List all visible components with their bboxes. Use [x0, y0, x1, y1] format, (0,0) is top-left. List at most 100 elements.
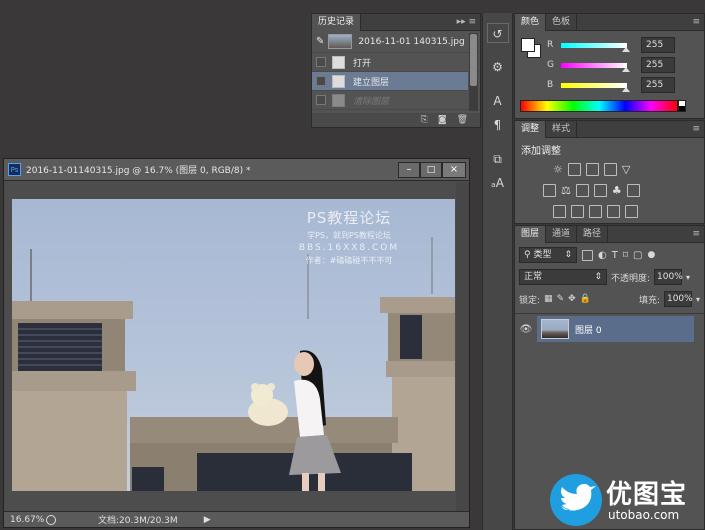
slider-handle[interactable]	[622, 66, 630, 72]
tab-adjustments[interactable]: 调整	[515, 120, 547, 138]
black-white-icon[interactable]	[575, 184, 589, 197]
layers-tabbar: 图层 通道 路径 ≡	[515, 225, 704, 243]
history-checkbox[interactable]	[316, 95, 326, 105]
character-icon[interactable]: A	[487, 91, 509, 111]
history-item-label: 建立图层	[353, 77, 390, 88]
status-circle-icon[interactable]	[46, 514, 56, 525]
history-item-label: 清除图层	[353, 96, 390, 107]
blend-mode-select[interactable]: 正常 ⇕	[519, 269, 607, 285]
history-checkbox[interactable]	[316, 76, 326, 86]
history-item-new-layer[interactable]: 建立图层	[312, 72, 468, 91]
gradient-map-icon[interactable]	[607, 205, 620, 218]
photo-filter-icon[interactable]	[593, 184, 607, 197]
chevron-down-icon: ⇕	[594, 272, 602, 282]
invert-icon[interactable]	[553, 205, 566, 218]
channel-row-b: B 255	[547, 76, 702, 94]
balance-icon[interactable]: ⚖	[561, 184, 571, 197]
slider-handle[interactable]	[622, 46, 630, 52]
hue-saturation-icon[interactable]	[543, 184, 556, 197]
camera-icon[interactable]: ◙	[438, 115, 447, 125]
channel-value-g[interactable]: 255	[641, 57, 675, 73]
filter-pixel-icon[interactable]	[582, 249, 593, 261]
channel-slider-r[interactable]	[561, 42, 630, 52]
channel-label: B	[547, 80, 554, 90]
document-icon	[332, 55, 345, 69]
close-button[interactable]: ×	[442, 161, 466, 178]
history-icon[interactable]: ↺	[486, 23, 509, 43]
tab-color[interactable]: 颜色	[515, 13, 547, 31]
clone-source-icon[interactable]: ⧉	[487, 149, 509, 169]
layer-filter-select[interactable]: ⚲ 类型 ⇕	[519, 247, 577, 263]
history-item-clear-layer[interactable]: 清除图层	[312, 91, 480, 110]
levels-icon[interactable]	[567, 163, 581, 176]
tab-layers[interactable]: 图层	[515, 225, 547, 243]
filter-smart-icon[interactable]: ▢	[633, 250, 642, 261]
posterize-icon[interactable]	[571, 205, 584, 218]
tab-swatches[interactable]: 色板	[546, 13, 578, 31]
watermark-line-1: 学PS，就到PS教程论坛	[307, 231, 391, 240]
slider-handle[interactable]	[622, 86, 630, 92]
panel-menu-icon[interactable]: ≡	[692, 229, 700, 239]
filter-toggle-icon[interactable]: ●	[647, 250, 655, 260]
history-snapshot[interactable]: ✎ 2016-11-01 140315.jpg	[312, 31, 480, 53]
lock-transparent-icon[interactable]: ▦	[544, 294, 553, 304]
panel-menu-icon[interactable]: ≡	[692, 17, 700, 27]
search-icon: ⚲	[524, 250, 531, 260]
tab-history[interactable]: 历史记录	[312, 13, 362, 31]
selective-color-icon[interactable]	[625, 205, 638, 218]
vibrance-icon[interactable]: ▽	[622, 163, 630, 176]
lock-move-icon[interactable]: ✥	[568, 294, 576, 304]
lock-paint-icon[interactable]: ✎	[557, 294, 565, 304]
fill-input[interactable]: 100%	[663, 291, 693, 307]
minimize-button[interactable]: –	[398, 161, 420, 178]
color-tabbar: 颜色 色板 ≡	[515, 13, 704, 31]
channel-slider-b[interactable]	[561, 82, 630, 92]
brightness-contrast-icon[interactable]: ☼	[553, 163, 563, 176]
new-document-from-state-icon[interactable]: ⎘	[421, 115, 428, 125]
maximize-button[interactable]: □	[420, 161, 442, 178]
character-styles-icon[interactable]: ₐA	[487, 173, 509, 193]
channel-row-r: R 255	[547, 36, 702, 54]
threshold-icon[interactable]	[589, 205, 602, 218]
adjustment-icons-row-2: ⚖ ♣	[515, 184, 704, 197]
status-menu-arrow-icon[interactable]: ▶	[204, 515, 211, 525]
panel-menu-icon[interactable]: ≡	[692, 124, 700, 134]
channel-mixer-icon[interactable]: ♣	[612, 184, 622, 197]
zoom-level[interactable]: 16.67%	[4, 515, 46, 525]
tab-channels[interactable]: 通道	[546, 225, 578, 243]
channel-value-r[interactable]: 255	[641, 37, 675, 53]
exposure-icon[interactable]	[603, 163, 617, 176]
channel-value-b[interactable]: 255	[641, 77, 675, 93]
document-titlebar[interactable]: Ps 2016-11-01140315.jpg @ 16.7% (图层 0, R…	[4, 159, 469, 181]
curves-icon[interactable]	[585, 163, 599, 176]
channel-slider-g[interactable]	[561, 62, 630, 72]
tab-styles[interactable]: 样式	[546, 120, 578, 138]
visibility-eye-icon[interactable]: 👁	[515, 324, 537, 335]
filter-shape-icon[interactable]: ⌑	[623, 250, 628, 261]
fill-label: 填充:	[638, 295, 660, 306]
color-lookup-icon[interactable]	[626, 184, 640, 197]
foreground-color-swatch[interactable]	[521, 38, 535, 52]
actions-icon[interactable]: ⚙	[487, 57, 509, 77]
tab-paths[interactable]: 路径	[577, 225, 609, 243]
fill-dropdown-icon[interactable]: ▾	[696, 295, 700, 304]
lock-all-icon[interactable]: 🔒	[580, 294, 591, 304]
history-scroll-thumb[interactable]	[470, 34, 477, 86]
opacity-input[interactable]: 100%	[654, 269, 683, 285]
brush-icon: ✎	[316, 36, 325, 47]
history-item-open[interactable]: 打开	[312, 53, 480, 72]
filter-adjustment-icon[interactable]: ◐	[598, 250, 607, 261]
panel-collapse-icon[interactable]: ▸▸ ≡	[457, 17, 476, 27]
opacity-dropdown-icon[interactable]: ▾	[686, 273, 690, 282]
spectrum-bw-swatch[interactable]	[678, 100, 686, 112]
trash-icon[interactable]: 🗑	[457, 115, 468, 125]
history-checkbox[interactable]	[316, 57, 326, 67]
filter-type-icon[interactable]: T	[612, 250, 618, 261]
paragraph-icon[interactable]: ¶	[487, 115, 509, 135]
layer-row[interactable]: 👁 图层 0	[515, 316, 704, 342]
vertical-scrollbar[interactable]	[456, 182, 469, 511]
filter-label: 类型	[533, 250, 552, 260]
color-spectrum-bar[interactable]	[520, 100, 678, 112]
history-scrollbar[interactable]	[469, 33, 478, 111]
image-canvas[interactable]: PS教程论坛 学PS，就到PS教程论坛 BBS.16XX8.COM 作者：#磕磕…	[12, 199, 455, 491]
